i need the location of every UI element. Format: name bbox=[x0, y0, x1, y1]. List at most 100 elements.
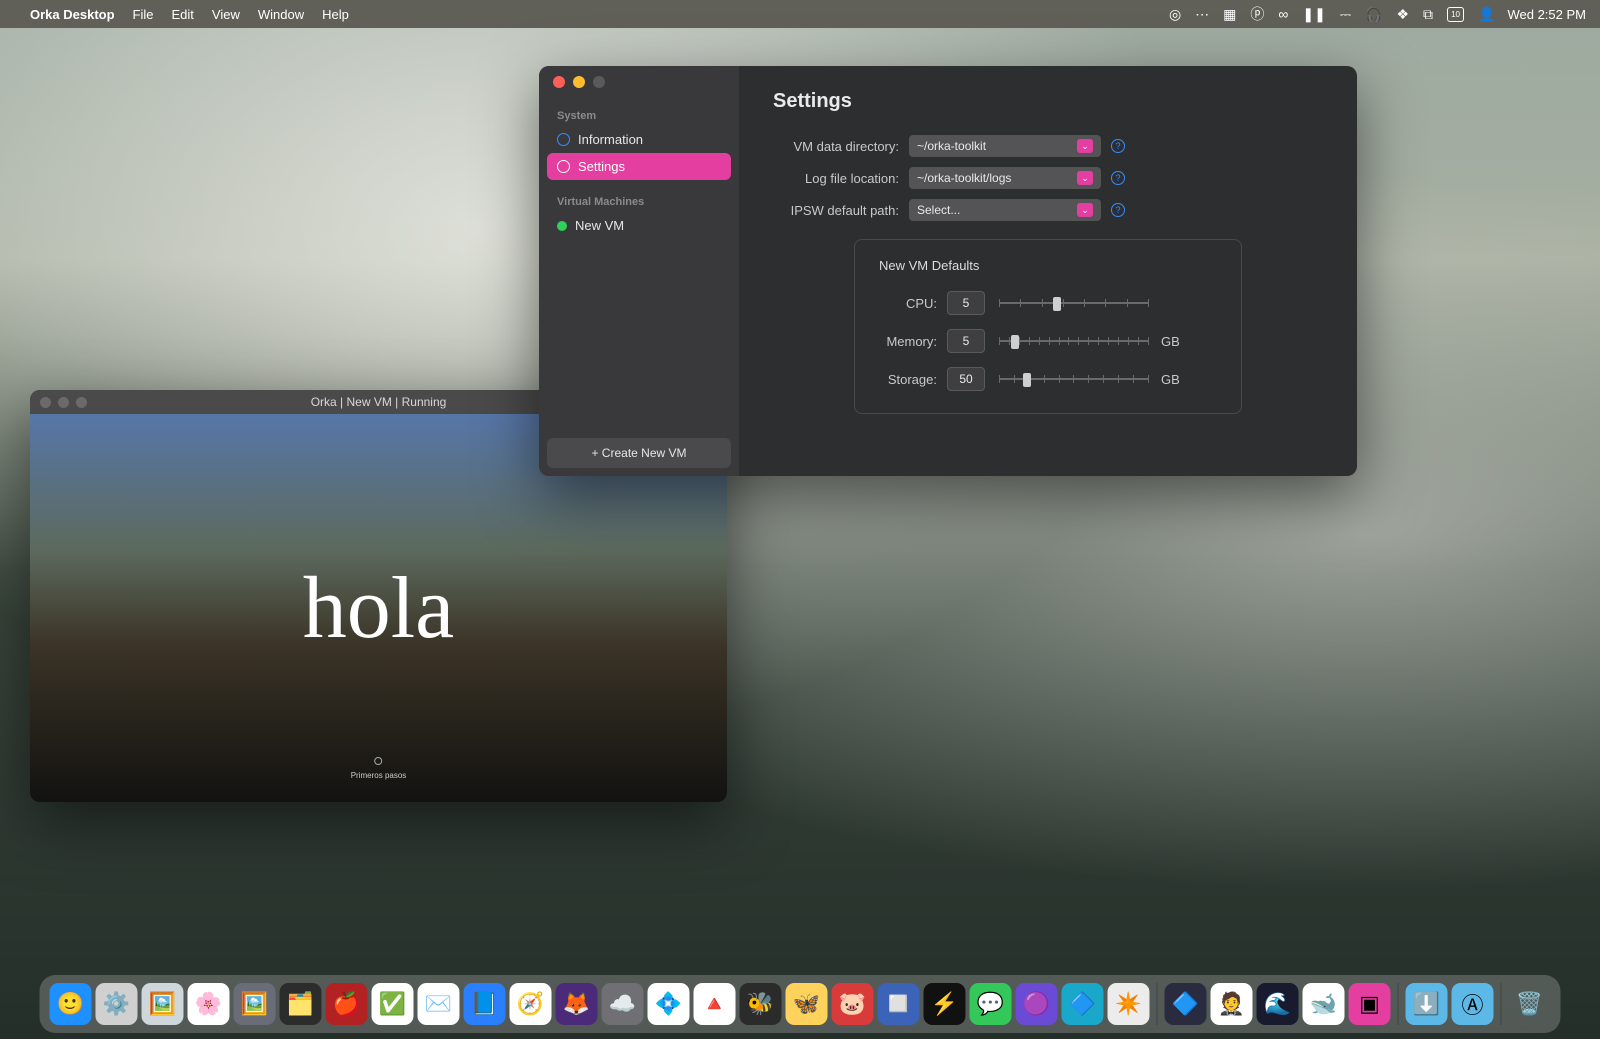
status-icon[interactable]: ⧉ bbox=[1423, 6, 1433, 23]
user-icon[interactable]: 👤 bbox=[1478, 6, 1495, 23]
dock-app-square-icon[interactable]: ◻️ bbox=[878, 983, 920, 1025]
settings-sidebar: System Information Settings Virtual Mach… bbox=[539, 66, 739, 476]
sidebar-item-label: Information bbox=[578, 132, 643, 147]
dock-chatgpt-icon[interactable]: ✴️ bbox=[1108, 983, 1150, 1025]
dock-app-purple-icon[interactable]: 🟣 bbox=[1016, 983, 1058, 1025]
status-icon[interactable]: ⎓ bbox=[1340, 6, 1351, 23]
dock-clickup-icon[interactable]: 🔺 bbox=[694, 983, 736, 1025]
cpu-field[interactable]: 5 bbox=[947, 291, 985, 315]
dock-things-icon[interactable]: ✅ bbox=[372, 983, 414, 1025]
dock-app-3-icon[interactable]: 🍎 bbox=[326, 983, 368, 1025]
help-icon[interactable]: ? bbox=[1111, 139, 1125, 153]
setup-progress-dot bbox=[374, 757, 382, 765]
calendar-icon[interactable]: 10 bbox=[1447, 7, 1464, 22]
sidebar-item-settings[interactable]: Settings bbox=[547, 153, 731, 180]
info-icon bbox=[557, 133, 570, 146]
menubar-datetime[interactable]: Wed 2:52 PM bbox=[1507, 7, 1586, 22]
settings-main: Settings VM data directory: ~/orka-toolk… bbox=[739, 66, 1357, 476]
dock-preview-open-icon[interactable]: ▣ bbox=[1349, 983, 1391, 1025]
storage-unit: GB bbox=[1161, 372, 1180, 387]
status-icon[interactable]: ◎ bbox=[1169, 6, 1181, 23]
status-icon[interactable]: ∞ bbox=[1278, 6, 1288, 22]
dock-separator bbox=[1501, 983, 1502, 1025]
sidebar-item-new-vm[interactable]: New VM bbox=[547, 212, 731, 239]
menu-help[interactable]: Help bbox=[322, 7, 349, 22]
dock-butterfly-icon[interactable]: 🦋 bbox=[786, 983, 828, 1025]
dock-finder-icon[interactable]: 🙂 bbox=[50, 983, 92, 1025]
status-pause-icon[interactable]: ❚❚ bbox=[1302, 6, 1325, 23]
minimize-button[interactable] bbox=[58, 397, 69, 408]
dock-safari-icon[interactable]: 🧭 bbox=[510, 983, 552, 1025]
dock-separator bbox=[1398, 983, 1399, 1025]
sidebar-item-label: Settings bbox=[578, 159, 625, 174]
dock-separator bbox=[1157, 983, 1158, 1025]
menu-window[interactable]: Window bbox=[258, 7, 304, 22]
chevron-down-icon: ⌄ bbox=[1077, 139, 1093, 153]
dock-system-settings-icon[interactable]: ⚙️ bbox=[96, 983, 138, 1025]
page-title: Settings bbox=[773, 90, 1323, 113]
dock-orka-icon[interactable]: 🐋 bbox=[1303, 983, 1345, 1025]
storage-slider[interactable] bbox=[999, 371, 1149, 387]
vm-window-title: Orka | New VM | Running bbox=[311, 395, 447, 409]
log-file-dropdown[interactable]: ~/orka-toolkit/logs ⌄ bbox=[909, 167, 1101, 189]
chevron-down-icon: ⌄ bbox=[1077, 171, 1093, 185]
close-button[interactable] bbox=[40, 397, 51, 408]
dock: 🙂⚙️🖼️🌸🖼️🗂️🍎✅✉️📘🧭🦊☁️💠🔺🐝🦋🐷◻️⚡💬🟣🔷✴️🔷🤵🌊🐋▣⬇️Ⓐ… bbox=[40, 975, 1561, 1033]
status-icon[interactable]: ⓟ bbox=[1250, 4, 1264, 24]
dock-app-dark-icon[interactable]: 🐝 bbox=[740, 983, 782, 1025]
dropdown-value: ~/orka-toolkit bbox=[917, 139, 986, 153]
dock-preview-icon[interactable]: 🖼️ bbox=[142, 983, 184, 1025]
dock-app-2-icon[interactable]: 🗂️ bbox=[280, 983, 322, 1025]
cpu-label: CPU: bbox=[879, 296, 947, 311]
dock-photos-icon[interactable]: 🌸 bbox=[188, 983, 230, 1025]
storage-field[interactable]: 50 bbox=[947, 367, 985, 391]
ipsw-dropdown[interactable]: Select... ⌄ bbox=[909, 199, 1101, 221]
status-icon[interactable]: ▦ bbox=[1223, 6, 1236, 23]
minimize-button[interactable] bbox=[573, 76, 585, 88]
gear-icon bbox=[557, 160, 570, 173]
dock-messages-icon[interactable]: 💬 bbox=[970, 983, 1012, 1025]
dock-app-red-icon[interactable]: 🐷 bbox=[832, 983, 874, 1025]
help-icon[interactable]: ? bbox=[1111, 171, 1125, 185]
new-vm-defaults-panel: New VM Defaults CPU: 5 Memory: 5 GB bbox=[854, 239, 1242, 414]
greeting-text: hola bbox=[303, 558, 455, 659]
menu-edit[interactable]: Edit bbox=[172, 7, 194, 22]
dock-applications-icon[interactable]: Ⓐ bbox=[1452, 983, 1494, 1025]
close-button[interactable] bbox=[553, 76, 565, 88]
memory-slider[interactable] bbox=[999, 333, 1149, 349]
memory-label: Memory: bbox=[879, 334, 947, 349]
dock-trash-icon[interactable]: 🗑️ bbox=[1509, 983, 1551, 1025]
dock-app-blue-icon[interactable]: 📘 bbox=[464, 983, 506, 1025]
dock-app-night-icon[interactable]: 🌊 bbox=[1257, 983, 1299, 1025]
vm-data-dir-label: VM data directory: bbox=[773, 139, 909, 154]
dock-app-teal-icon[interactable]: 🔷 bbox=[1062, 983, 1104, 1025]
cpu-slider[interactable] bbox=[999, 295, 1149, 311]
dock-app-1-icon[interactable]: 🖼️ bbox=[234, 983, 276, 1025]
app-name[interactable]: Orka Desktop bbox=[30, 7, 115, 22]
sidebar-item-information[interactable]: Information bbox=[547, 126, 731, 153]
settings-window: System Information Settings Virtual Mach… bbox=[539, 66, 1357, 476]
zoom-button[interactable] bbox=[76, 397, 87, 408]
dock-cloud-icon[interactable]: ☁️ bbox=[602, 983, 644, 1025]
dock-slack-icon[interactable]: 💠 bbox=[648, 983, 690, 1025]
chevron-down-icon: ⌄ bbox=[1077, 203, 1093, 217]
dock-app-bolt-icon[interactable]: ⚡ bbox=[924, 983, 966, 1025]
menu-view[interactable]: View bbox=[212, 7, 240, 22]
create-new-vm-button[interactable]: + Create New VM bbox=[547, 438, 731, 468]
memory-field[interactable]: 5 bbox=[947, 329, 985, 353]
dock-firefox-icon[interactable]: 🦊 bbox=[556, 983, 598, 1025]
status-icon[interactable]: ❖ bbox=[1396, 6, 1409, 23]
dock-downloads-icon[interactable]: ⬇️ bbox=[1406, 983, 1448, 1025]
dock-mail-icon[interactable]: ✉️ bbox=[418, 983, 460, 1025]
zoom-button[interactable] bbox=[593, 76, 605, 88]
log-file-label: Log file location: bbox=[773, 171, 909, 186]
dock-tux-icon[interactable]: 🤵 bbox=[1211, 983, 1253, 1025]
menu-file[interactable]: File bbox=[133, 7, 154, 22]
dock-proton-icon[interactable]: 🔷 bbox=[1165, 983, 1207, 1025]
status-icon[interactable]: ⋯ bbox=[1195, 6, 1209, 23]
vm-data-dir-dropdown[interactable]: ~/orka-toolkit ⌄ bbox=[909, 135, 1101, 157]
headphones-icon[interactable]: 🎧 bbox=[1365, 6, 1382, 23]
sidebar-item-label: New VM bbox=[575, 218, 624, 233]
help-icon[interactable]: ? bbox=[1111, 203, 1125, 217]
storage-label: Storage: bbox=[879, 372, 947, 387]
